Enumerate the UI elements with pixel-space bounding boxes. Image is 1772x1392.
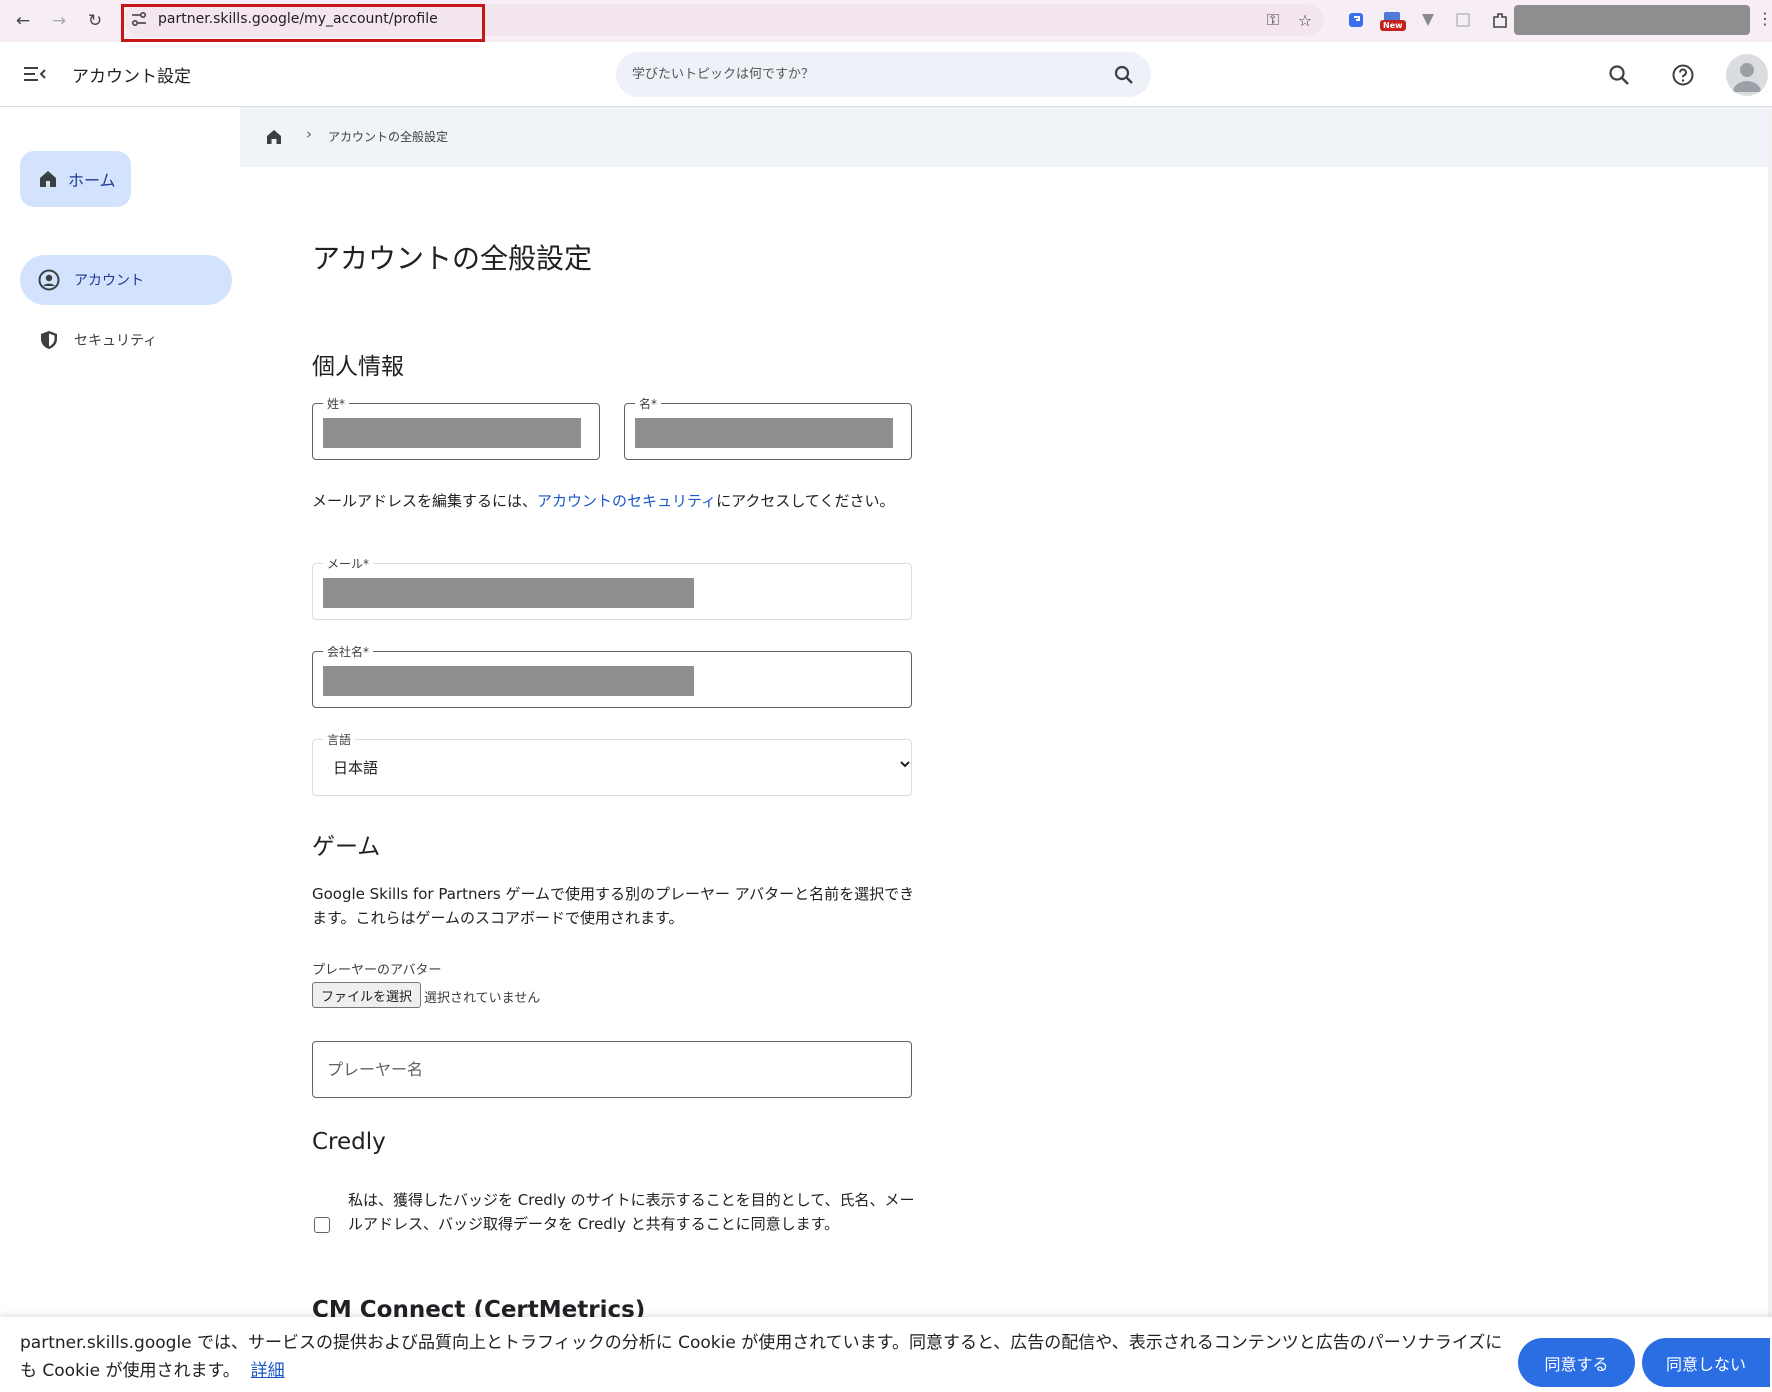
first-name-field[interactable]: 名* — [624, 395, 912, 460]
email-note-text-end: にアクセスしてください。 — [716, 492, 895, 510]
extensions-puzzle-icon[interactable] — [1489, 9, 1511, 31]
menu-collapse-icon[interactable] — [20, 62, 48, 86]
sidebar-item-home[interactable]: ホーム — [20, 151, 131, 207]
email-redacted — [323, 578, 694, 608]
first-name-redacted — [635, 418, 893, 448]
password-key-icon[interactable]: ⚿ — [1262, 9, 1284, 31]
last-name-label: 姓* — [323, 395, 350, 412]
credly-consent-label[interactable]: 私は、獲得したバッジを Credly のサイトに表示することを目的として、氏名、… — [348, 1188, 918, 1236]
cookie-message: partner.skills.google では、サービスの提供および品質向上と… — [20, 1329, 1510, 1385]
account-security-link[interactable]: アカウントのセキュリティ — [537, 492, 716, 510]
player-name-input[interactable] — [327, 1042, 866, 1097]
last-name-redacted — [323, 418, 581, 448]
search-bar[interactable] — [616, 52, 1151, 97]
forward-button[interactable]: → — [46, 8, 72, 34]
cookie-accept-button[interactable]: 同意する — [1518, 1338, 1635, 1387]
credly-consent-checkbox[interactable] — [314, 1217, 330, 1233]
extension-v-icon[interactable] — [1417, 9, 1439, 31]
sidebar-item-label: セキュリティ — [74, 333, 158, 349]
choose-file-button[interactable]: ファイルを選択 — [312, 982, 421, 1008]
cookie-details-link[interactable]: 詳細 — [251, 1361, 285, 1381]
reload-button[interactable]: ↻ — [82, 8, 108, 34]
person-icon — [1733, 63, 1761, 92]
company-field[interactable]: 会社名* — [312, 643, 912, 708]
player-avatar-label: プレーヤーのアバター — [312, 963, 442, 978]
last-name-field[interactable]: 姓* — [312, 395, 600, 460]
avatar[interactable] — [1726, 54, 1768, 96]
sidebar-item-security[interactable]: セキュリティ — [20, 315, 232, 365]
browser-menu-icon[interactable]: ⋮ — [1757, 9, 1772, 28]
home-icon — [40, 171, 56, 187]
app-header: アカウント設定 — [0, 42, 1772, 107]
company-redacted — [323, 666, 694, 696]
cookie-banner: partner.skills.google では、サービスの提供および品質向上と… — [0, 1317, 1772, 1392]
email-label: メール* — [323, 555, 374, 572]
sidebar-item-account[interactable]: アカウント — [20, 255, 232, 305]
personal-info-heading: 個人情報 — [312, 354, 404, 380]
scrollbar[interactable] — [1768, 107, 1772, 1392]
main-content: › アカウントの全般設定 アカウントの全般設定 個人情報 姓* 名* メールアド… — [240, 107, 1772, 1392]
new-badge: New — [1380, 20, 1406, 31]
player-name-field[interactable] — [312, 1041, 912, 1098]
chevron-right-icon: › — [306, 125, 312, 143]
help-icon[interactable] — [1670, 62, 1696, 88]
file-status-text: 選択されていません — [424, 991, 541, 1006]
cookie-decline-button[interactable]: 同意しない — [1642, 1338, 1770, 1387]
game-heading: ゲーム — [312, 834, 381, 860]
shield-icon — [41, 331, 57, 349]
extension-grid-icon[interactable] — [1452, 9, 1474, 31]
language-label: 言語 — [323, 731, 356, 748]
app-title: アカウント設定 — [72, 67, 191, 87]
language-select[interactable]: 言語 日本語 — [312, 731, 912, 796]
page-title: アカウントの全般設定 — [312, 242, 593, 275]
email-field: メール* — [312, 555, 912, 620]
search-icon[interactable] — [1112, 63, 1136, 87]
search-input[interactable] — [632, 52, 1092, 97]
game-description: Google Skills for Partners ゲームで使用する別のプレー… — [312, 885, 915, 927]
chevron-down-icon — [900, 761, 910, 768]
account-circle-icon — [38, 269, 60, 291]
extension-g-icon[interactable] — [1345, 9, 1367, 31]
sidebar-item-label: アカウント — [74, 273, 144, 289]
header-search-icon[interactable] — [1606, 62, 1632, 88]
breadcrumb-current: アカウントの全般設定 — [328, 130, 449, 144]
bookmark-star-icon[interactable]: ☆ — [1294, 9, 1316, 31]
back-button[interactable]: ← — [10, 8, 36, 34]
breadcrumb-home-icon[interactable] — [264, 127, 284, 147]
breadcrumb: › アカウントの全般設定 — [240, 107, 1768, 167]
company-label: 会社名* — [323, 643, 374, 660]
language-value: 日本語 — [333, 759, 379, 777]
sidebar: ホーム アカウント セキュリティ — [0, 107, 240, 1392]
sidebar-item-label: ホーム — [68, 171, 116, 190]
first-name-label: 名* — [635, 395, 662, 412]
credly-heading: Credly — [312, 1129, 386, 1155]
profile-chip-redacted[interactable] — [1514, 5, 1750, 35]
email-note-text: メールアドレスを編集するには、 — [312, 492, 538, 510]
email-edit-note: メールアドレスを編集するには、アカウントのセキュリティにアクセスしてください。 — [312, 489, 922, 513]
cookie-text: partner.skills.google では、サービスの提供および品質向上と… — [20, 1333, 1503, 1381]
url-highlight-box — [121, 4, 485, 42]
